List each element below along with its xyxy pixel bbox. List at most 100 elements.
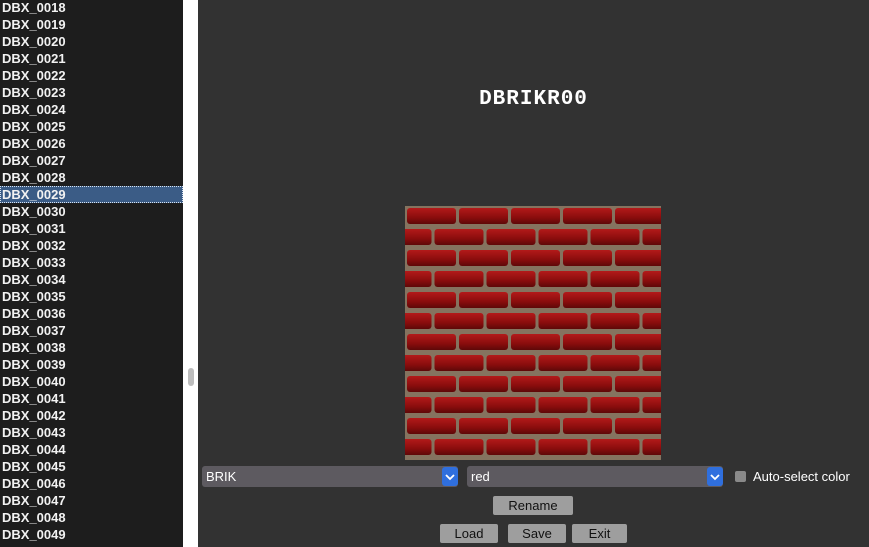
brick: [563, 418, 612, 434]
brick: [615, 376, 661, 392]
list-item[interactable]: DBX_0018: [0, 0, 183, 16]
brick: [615, 292, 661, 308]
list-item[interactable]: DBX_0023: [0, 84, 183, 101]
list-item[interactable]: DBX_0039: [0, 356, 183, 373]
brick: [642, 229, 661, 245]
brick: [486, 229, 536, 245]
brick: [590, 229, 640, 245]
list-item[interactable]: DBX_0029: [0, 186, 183, 203]
brick: [511, 418, 560, 434]
brick: [590, 439, 640, 455]
brick: [563, 376, 612, 392]
exit-button[interactable]: Exit: [572, 524, 627, 543]
list-item[interactable]: DBX_0034: [0, 271, 183, 288]
brick: [642, 355, 661, 371]
brick: [511, 334, 560, 350]
list-item[interactable]: DBX_0032: [0, 237, 183, 254]
brick: [538, 397, 588, 413]
list-item[interactable]: DBX_0030: [0, 203, 183, 220]
list-item[interactable]: DBX_0022: [0, 67, 183, 84]
brick: [434, 271, 484, 287]
brick: [405, 229, 432, 245]
rename-button[interactable]: Rename: [493, 496, 573, 515]
brick: [538, 229, 588, 245]
brick: [434, 355, 484, 371]
auto-select-color-label: Auto-select color: [753, 469, 850, 484]
brick: [459, 208, 508, 224]
brick: [642, 397, 661, 413]
brick: [407, 418, 456, 434]
brick: [407, 292, 456, 308]
brick: [511, 292, 560, 308]
brick: [590, 355, 640, 371]
brick: [615, 418, 661, 434]
list-item[interactable]: DBX_0025: [0, 118, 183, 135]
texture-type-value: BRIK: [206, 469, 237, 484]
list-item[interactable]: DBX_0028: [0, 169, 183, 186]
texture-preview-panel: DBRIKR00 BRIK red Auto-select color Rena…: [198, 0, 869, 547]
list-item[interactable]: DBX_0047: [0, 492, 183, 509]
brick: [642, 271, 661, 287]
list-item[interactable]: DBX_0044: [0, 441, 183, 458]
list-item[interactable]: DBX_0035: [0, 288, 183, 305]
brick: [615, 208, 661, 224]
list-item[interactable]: DBX_0024: [0, 101, 183, 118]
save-button[interactable]: Save: [508, 524, 566, 543]
color-select[interactable]: red: [467, 466, 723, 487]
file-list-scrollbar[interactable]: [183, 0, 198, 547]
brick: [405, 355, 432, 371]
load-button[interactable]: Load: [440, 524, 498, 543]
list-item[interactable]: DBX_0040: [0, 373, 183, 390]
chevron-down-icon[interactable]: [442, 467, 458, 486]
list-item[interactable]: DBX_0019: [0, 16, 183, 33]
list-item[interactable]: DBX_0020: [0, 33, 183, 50]
list-item[interactable]: DBX_0031: [0, 220, 183, 237]
brick: [563, 208, 612, 224]
brick: [407, 250, 456, 266]
list-item[interactable]: DBX_0049: [0, 526, 183, 543]
brick: [615, 250, 661, 266]
texture-preview-image: [405, 206, 661, 460]
brick: [590, 271, 640, 287]
brick: [511, 208, 560, 224]
brick: [563, 292, 612, 308]
brick: [563, 334, 612, 350]
brick: [486, 439, 536, 455]
list-item[interactable]: DBX_0041: [0, 390, 183, 407]
file-list-panel: DBX_0018 DBX_0019 DBX_0020 DBX_0021 DBX_0022…: [0, 0, 183, 547]
texture-name-title: DBRIKR00: [479, 88, 588, 111]
list-item[interactable]: DBX_0033: [0, 254, 183, 271]
brick: [407, 334, 456, 350]
brick: [642, 313, 661, 329]
brick: [590, 313, 640, 329]
brick: [405, 397, 432, 413]
list-item[interactable]: DBX_0048: [0, 509, 183, 526]
list-item[interactable]: DBX_0036: [0, 305, 183, 322]
brick: [538, 271, 588, 287]
brick: [459, 292, 508, 308]
list-item[interactable]: DBX_0026: [0, 135, 183, 152]
brick: [486, 271, 536, 287]
brick: [486, 313, 536, 329]
list-item[interactable]: DBX_0027: [0, 152, 183, 169]
list-item[interactable]: DBX_0046: [0, 475, 183, 492]
auto-select-color-checkbox[interactable]: [735, 471, 746, 482]
brick: [459, 418, 508, 434]
brick: [434, 439, 484, 455]
brick: [538, 439, 588, 455]
brick: [405, 439, 432, 455]
brick: [407, 208, 456, 224]
file-list[interactable]: DBX_0018 DBX_0019 DBX_0020 DBX_0021 DBX_0022…: [0, 0, 183, 543]
list-item[interactable]: DBX_0042: [0, 407, 183, 424]
brick: [459, 250, 508, 266]
list-item[interactable]: DBX_0045: [0, 458, 183, 475]
list-item[interactable]: DBX_0021: [0, 50, 183, 67]
list-item[interactable]: DBX_0043: [0, 424, 183, 441]
brick: [405, 313, 432, 329]
list-item[interactable]: DBX_0037: [0, 322, 183, 339]
scrollbar-thumb[interactable]: [188, 368, 194, 386]
texture-type-select[interactable]: BRIK: [202, 466, 458, 487]
brick: [642, 439, 661, 455]
list-item[interactable]: DBX_0038: [0, 339, 183, 356]
chevron-down-icon[interactable]: [707, 467, 723, 486]
